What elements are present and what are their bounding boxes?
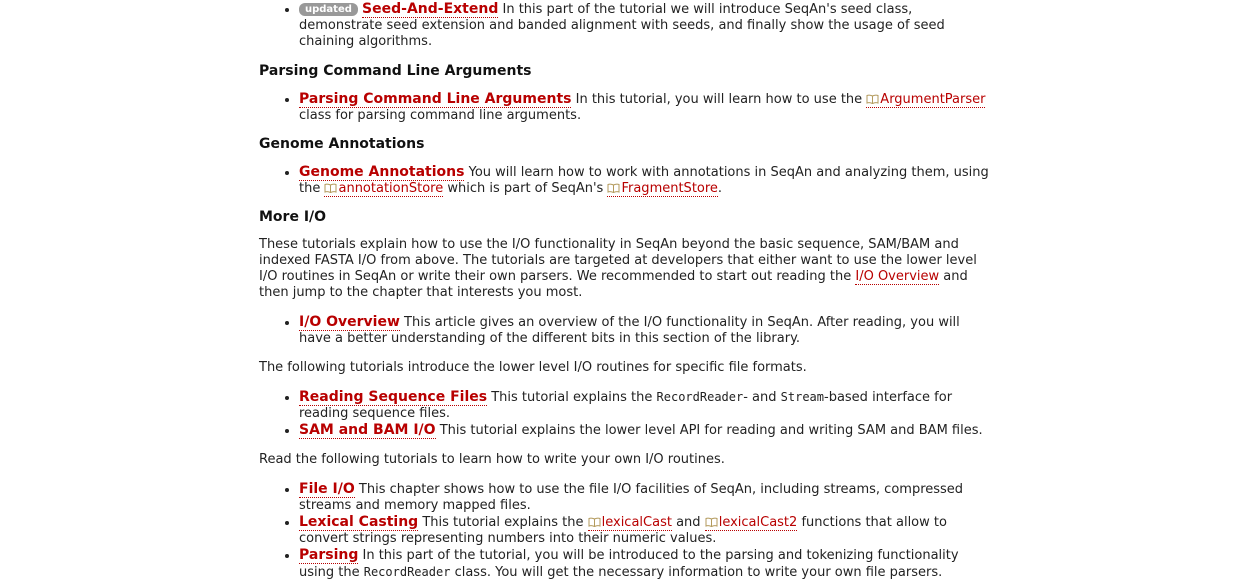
io-overview-list: I/O Overview This article gives an overv… — [259, 314, 994, 347]
book-icon — [866, 94, 879, 104]
recordreader-code: RecordReader — [656, 390, 744, 404]
parsing-desc-post: class for parsing command line arguments… — [299, 108, 582, 123]
own-io-list: File I/O This chapter shows how to use t… — [259, 481, 994, 581]
io-overview-link[interactable]: I/O Overview — [299, 314, 400, 331]
lexicalcast2-label: lexicalCast2 — [718, 515, 798, 530]
list-item: File I/O This chapter shows how to use t… — [299, 481, 994, 514]
more-io-heading: More I/O — [259, 209, 327, 225]
lexical-desc-mid: and — [676, 515, 701, 530]
list-item: updated Seed-And-Extend In this part of … — [299, 1, 994, 50]
list-item: Genome Annotations You will learn how to… — [299, 164, 994, 197]
lexical-casting-link[interactable]: Lexical Casting — [299, 514, 419, 531]
genome-desc-mid: which is part of SeqAn's — [447, 181, 604, 196]
book-icon — [705, 517, 718, 527]
fragmentstore-label: FragmentStore — [621, 181, 718, 196]
io-overview-inline-link[interactable]: I/O Overview — [855, 269, 940, 285]
genome-heading: Genome Annotations — [259, 136, 425, 152]
seed-list: updated Seed-And-Extend In this part of … — [259, 1, 994, 50]
parsing-list: Parsing Command Line Arguments In this t… — [259, 91, 994, 124]
list-item: I/O Overview This article gives an overv… — [299, 314, 994, 347]
book-icon — [588, 517, 601, 527]
sam-bam-io-link[interactable]: SAM and BAM I/O — [299, 422, 436, 439]
genome-desc-post: . — [717, 181, 723, 196]
more-io-intro: These tutorials explain how to use the I… — [259, 237, 994, 301]
lexicalcast2-link[interactable]: lexicalCast2 — [704, 515, 798, 531]
list-item: SAM and BAM I/O This tutorial explains t… — [299, 422, 994, 439]
reading-sequence-files-link[interactable]: Reading Sequence Files — [299, 389, 488, 406]
parsing-command-line-link[interactable]: Parsing Command Line Arguments — [299, 91, 572, 108]
sam-bam-desc: This tutorial explains the lower level A… — [439, 423, 983, 438]
tutorial-content: updated Seed-And-Extend In this part of … — [259, 0, 994, 581]
argumentparser-label: ArgumentParser — [880, 92, 986, 107]
parsing-desc-pre: In this tutorial, you will learn how to … — [575, 92, 863, 107]
lexicalcast-link[interactable]: lexicalCast — [587, 515, 672, 531]
list-item: Parsing In this part of the tutorial, yo… — [299, 547, 994, 581]
list-item: Reading Sequence Files This tutorial exp… — [299, 389, 994, 422]
reading-desc-pre: This tutorial explains the — [491, 390, 653, 405]
file-io-link[interactable]: File I/O — [299, 481, 355, 498]
parsing-item-desc-post: class. You will get the necessary inform… — [454, 565, 943, 580]
parsing-link[interactable]: Parsing — [299, 547, 359, 564]
genome-list: Genome Annotations You will learn how to… — [259, 164, 994, 197]
lower-level-intro: The following tutorials introduce the lo… — [259, 360, 807, 375]
lexical-desc-pre: This tutorial explains the — [422, 515, 584, 530]
lexicalcast-label: lexicalCast — [601, 515, 672, 530]
recordreader-code: RecordReader — [363, 565, 451, 579]
parsing-heading: Parsing Command Line Arguments — [259, 63, 532, 79]
book-icon — [324, 183, 337, 193]
fragmentstore-link[interactable]: FragmentStore — [607, 181, 718, 197]
updated-badge: updated — [299, 3, 358, 16]
annotationstore-link[interactable]: annotationStore — [324, 181, 444, 197]
stream-code: Stream — [780, 390, 824, 404]
genome-annotations-link[interactable]: Genome Annotations — [299, 164, 465, 181]
reading-desc-mid: - and — [743, 390, 777, 405]
file-io-desc: This chapter shows how to use the file I… — [299, 482, 964, 513]
file-format-list: Reading Sequence Files This tutorial exp… — [259, 389, 994, 439]
argumentparser-link[interactable]: ArgumentParser — [866, 92, 986, 108]
own-io-intro: Read the following tutorials to learn ho… — [259, 452, 725, 467]
list-item: Lexical Casting This tutorial explains t… — [299, 514, 994, 547]
seed-and-extend-link[interactable]: Seed-And-Extend — [362, 1, 499, 18]
annotationstore-label: annotationStore — [338, 181, 444, 196]
list-item: Parsing Command Line Arguments In this t… — [299, 91, 994, 124]
book-icon — [607, 183, 620, 193]
